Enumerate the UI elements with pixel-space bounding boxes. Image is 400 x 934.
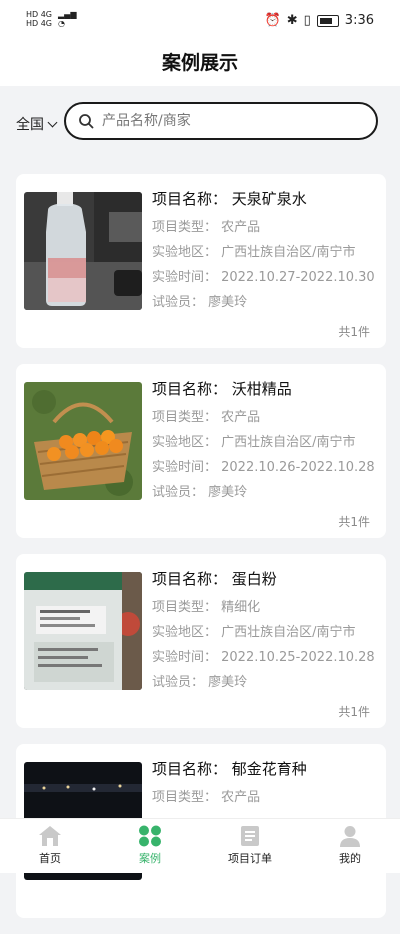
case-tester: 试验员： 廖美玲 [152, 485, 248, 500]
chevron-down-icon [47, 117, 58, 127]
case-card[interactable]: 项目名称： 沃柑精品 项目类型： 农产品 实验地区： 广西壮族自治区/南宁市 实… [16, 364, 386, 538]
case-region: 实验地区： 广西壮族自治区/南宁市 [152, 435, 356, 450]
case-count: 共1件 [338, 705, 370, 719]
tab-orders[interactable]: 项目订单 [200, 819, 300, 873]
user-icon [340, 826, 360, 847]
case-type: 项目类型： 农产品 [152, 220, 261, 235]
case-card[interactable]: 项目名称： 天泉矿泉水 项目类型： 农产品 实验地区： 广西壮族自治区/南宁市 … [16, 174, 386, 348]
battery-icon [316, 14, 339, 27]
case-info: 项目名称： 沃柑精品 项目类型： 农产品 实验地区： 广西壮族自治区/南宁市 实… [152, 378, 378, 505]
tab-label: 首页 [39, 852, 61, 865]
case-count: 共1件 [338, 515, 370, 529]
bottom-tab-bar: 首页 案例 项目订单 我的 [0, 818, 400, 873]
case-image-orange-basket [24, 382, 142, 500]
document-icon [241, 826, 259, 846]
case-time: 实验时间： 2022.10.27-2022.10.30 [152, 270, 375, 285]
search-icon [79, 114, 94, 129]
clock: 3:36 [344, 13, 374, 28]
tab-label: 我的 [339, 852, 361, 865]
status-right: ⏰ ✱ ▯ 3:36 [265, 13, 374, 28]
tab-cases[interactable]: 案例 [100, 819, 200, 873]
case-info: 项目名称： 蛋白粉 项目类型： 精细化 实验地区： 广西壮族自治区/南宁市 实验… [152, 568, 378, 695]
network-indicators: HD 4G ▂▄▆ HD 4G ◔ [26, 10, 76, 28]
search-box[interactable] [64, 102, 378, 140]
case-type: 项目类型： 农产品 [152, 410, 261, 425]
status-bar: HD 4G ▂▄▆ HD 4G ◔ ⏰ ✱ ▯ 3:36 [0, 0, 400, 40]
case-tester: 试验员： 廖美玲 [152, 675, 248, 690]
alarm-icon: ⏰ [264, 13, 281, 28]
case-image-protein-powder [24, 572, 142, 690]
page-header: 案例展示 [0, 40, 400, 86]
region-label: 全国 [16, 117, 44, 133]
case-name: 项目名称： 沃柑精品 [152, 380, 292, 398]
case-time: 实验时间： 2022.10.26-2022.10.28 [152, 460, 375, 475]
case-region: 实验地区： 广西壮族自治区/南宁市 [152, 625, 356, 640]
case-card[interactable]: 项目名称： 蛋白粉 项目类型： 精细化 实验地区： 广西壮族自治区/南宁市 实验… [16, 554, 386, 728]
search-input[interactable] [100, 112, 354, 130]
tab-label: 项目订单 [228, 852, 272, 865]
network-label-1: HD 4G [26, 10, 53, 19]
case-tester: 试验员： 廖美玲 [152, 295, 248, 310]
case-count: 共1件 [338, 325, 370, 339]
wifi-icon: ◔ [58, 19, 65, 28]
case-name: 项目名称： 郁金花育种 [152, 760, 307, 778]
tab-label: 案例 [139, 852, 161, 865]
case-type: 项目类型： 精细化 [152, 600, 261, 615]
case-name: 项目名称： 天泉矿泉水 [152, 190, 307, 208]
vibrate-icon: ▯ [303, 13, 311, 28]
case-info: 项目名称： 郁金花育种 项目类型： 农产品 [152, 758, 378, 810]
network-label-2: HD 4G [26, 19, 53, 28]
home-icon [39, 826, 61, 846]
region-selector[interactable]: 全国 [16, 114, 58, 134]
bluetooth-icon: ✱ [286, 13, 298, 28]
tab-home[interactable]: 首页 [0, 819, 100, 873]
case-time: 实验时间： 2022.10.25-2022.10.28 [152, 650, 375, 665]
case-image-water-bottle [24, 192, 142, 310]
tab-profile[interactable]: 我的 [300, 819, 400, 873]
search-bar: 全国 [0, 86, 400, 162]
page-title: 案例展示 [161, 52, 238, 74]
case-region: 实验地区： 广西壮族自治区/南宁市 [152, 245, 356, 260]
signal-icon: ▂▄▆ [58, 10, 77, 19]
case-name: 项目名称： 蛋白粉 [152, 570, 277, 588]
case-type: 项目类型： 农产品 [152, 790, 261, 805]
case-info: 项目名称： 天泉矿泉水 项目类型： 农产品 实验地区： 广西壮族自治区/南宁市 … [152, 188, 378, 315]
grid-icon [139, 825, 161, 847]
